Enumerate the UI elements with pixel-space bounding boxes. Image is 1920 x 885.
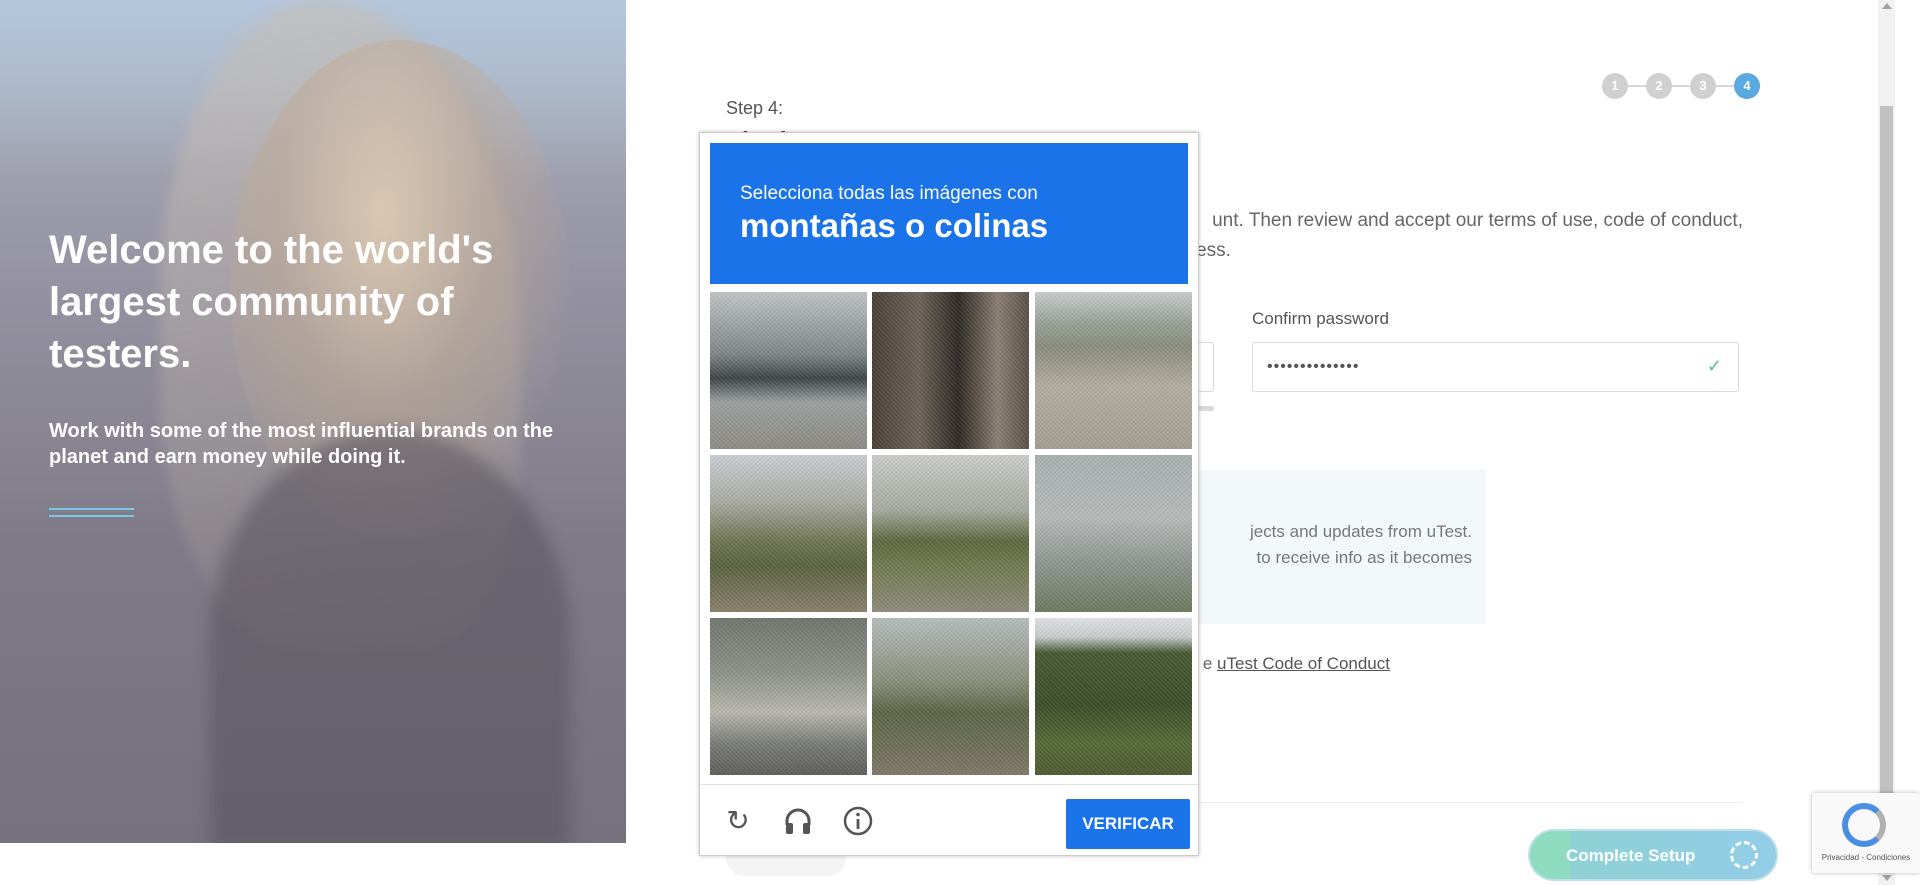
confirm-password-value: •••••••••••••• xyxy=(1267,358,1360,375)
info-svg xyxy=(843,806,873,836)
complete-setup-button[interactable]: Complete Setup xyxy=(1528,829,1778,881)
captcha-tile-7[interactable] xyxy=(710,618,867,775)
captcha-footer: ↻ VERIFICAR xyxy=(700,784,1198,857)
step-dot-3: 3 xyxy=(1690,73,1716,99)
tile-noise xyxy=(1035,618,1192,775)
code-of-conduct-link[interactable]: uTest Code of Conduct xyxy=(1217,654,1390,673)
headphones-svg xyxy=(785,808,811,834)
tile-noise xyxy=(872,292,1029,449)
step-dot-1: 1 xyxy=(1602,73,1628,99)
captcha-tile-4[interactable] xyxy=(710,455,867,612)
complete-setup-label: Complete Setup xyxy=(1566,846,1696,865)
recaptcha-badge[interactable]: Privacidad - Condiciones xyxy=(1812,793,1920,873)
verify-button[interactable]: VERIFICAR xyxy=(1066,799,1190,849)
page-scrollbar[interactable] xyxy=(1878,0,1895,885)
scroll-thumb[interactable] xyxy=(1880,106,1893,828)
tile-noise xyxy=(710,618,867,775)
captcha-tile-3[interactable] xyxy=(1035,292,1192,449)
hero-panel: Welcome to the world's largest community… xyxy=(0,0,626,843)
tile-noise xyxy=(872,618,1029,775)
reload-icon[interactable]: ↻ xyxy=(722,805,754,837)
captcha-tile-8[interactable] xyxy=(872,618,1029,775)
scroll-up-icon[interactable] xyxy=(1882,3,1892,9)
captcha-tile-1[interactable] xyxy=(710,292,867,449)
hero-person-body xyxy=(210,430,570,843)
headphones-icon[interactable] xyxy=(782,805,814,837)
code-of-conduct-prefix: e xyxy=(1202,654,1218,673)
scroll-down-icon[interactable] xyxy=(1882,875,1892,881)
check-icon: ✓ xyxy=(1706,356,1722,376)
captcha-challenge: Selecciona todas las imágenes con montañ… xyxy=(699,132,1199,856)
captcha-object: montañas o colinas xyxy=(740,207,1049,244)
tile-noise xyxy=(1035,455,1192,612)
loading-spinner-icon xyxy=(1730,841,1758,869)
hero-subtext: Work with some of the most influential b… xyxy=(49,420,554,468)
hero-headline: Welcome to the world's largest community… xyxy=(49,228,494,376)
captcha-tile-5[interactable] xyxy=(872,455,1029,612)
hero-accent-bar xyxy=(49,508,134,517)
step-dot-2: 2 xyxy=(1646,73,1672,99)
tile-noise xyxy=(872,455,1029,612)
confirm-password-label: Confirm password xyxy=(1252,309,1389,328)
recaptcha-badge-text[interactable]: Privacidad - Condiciones xyxy=(1812,853,1920,862)
confirm-password-field[interactable]: •••••••••••••• ✓ xyxy=(1252,342,1739,392)
stepper-line xyxy=(1614,85,1750,87)
info-icon[interactable] xyxy=(842,805,874,837)
captcha-header: Selecciona todas las imágenes con montañ… xyxy=(710,143,1188,284)
step-label: Step 4: xyxy=(726,98,784,118)
tile-noise xyxy=(1035,292,1192,449)
recaptcha-logo-icon xyxy=(1842,803,1886,847)
captcha-tile-2[interactable] xyxy=(872,292,1029,449)
tile-noise xyxy=(710,292,867,449)
captcha-tile-9[interactable] xyxy=(1035,618,1192,775)
tile-noise xyxy=(710,455,867,612)
captcha-instruction: Selecciona todas las imágenes con xyxy=(740,183,1038,204)
step-indicator: 1 2 3 4 xyxy=(1602,73,1762,99)
step-dot-4: 4 xyxy=(1734,73,1760,99)
captcha-tile-6[interactable] xyxy=(1035,455,1192,612)
